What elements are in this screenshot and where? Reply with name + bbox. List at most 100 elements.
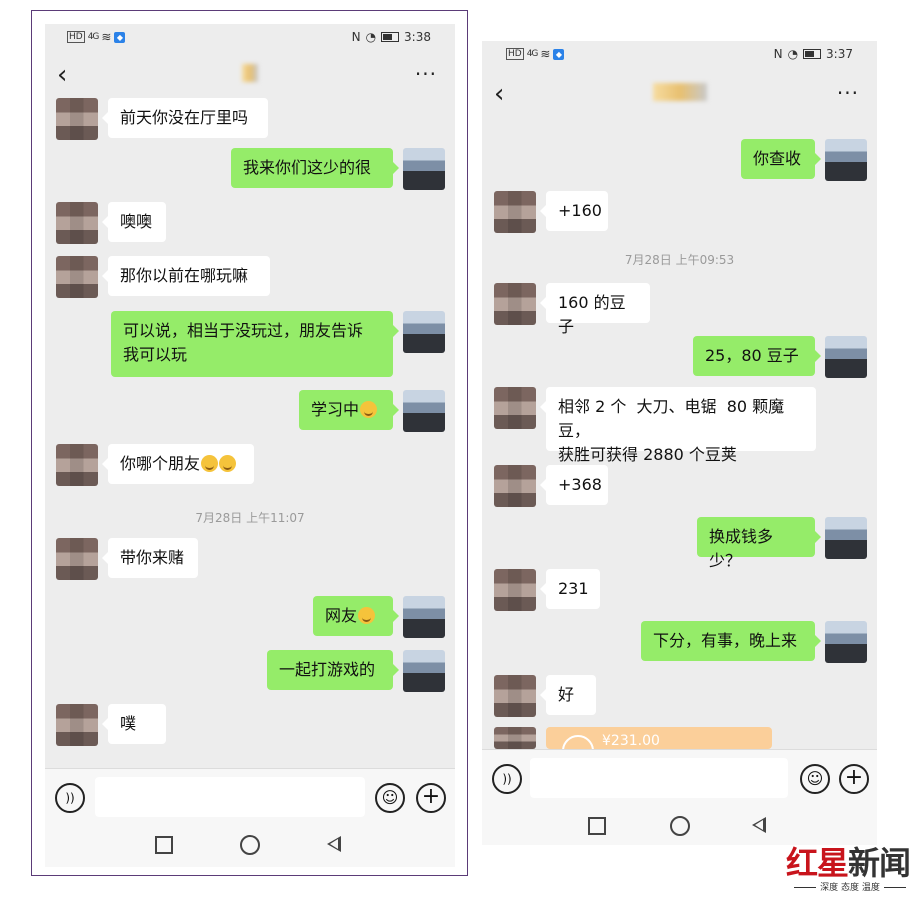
my-avatar[interactable] bbox=[403, 390, 445, 432]
my-avatar[interactable] bbox=[403, 311, 445, 353]
square-nav-icon[interactable] bbox=[155, 836, 173, 854]
chat-message-row: 前天你没在厅里吗 bbox=[45, 98, 455, 140]
contact-avatar[interactable] bbox=[494, 465, 536, 507]
outgoing-message-bubble[interactable]: 网友 bbox=[313, 596, 399, 636]
message-text: 231 bbox=[558, 579, 589, 598]
incoming-message-bubble[interactable]: +160 bbox=[540, 191, 608, 231]
status-bar: HD 4G ≋ ◆ N ◔ 3:38 bbox=[45, 24, 455, 50]
alarm-icon: ◔ bbox=[365, 30, 377, 44]
contact-avatar[interactable] bbox=[56, 98, 98, 140]
chat-message-row: 你哪个朋友 bbox=[45, 444, 455, 486]
contact-avatar[interactable] bbox=[494, 387, 536, 429]
news-watermark-logo: 红星新闻 深度 态度 温度 bbox=[786, 838, 916, 898]
plus-icon[interactable]: + bbox=[416, 783, 446, 813]
chat-message-row: 25，80 豆子 bbox=[482, 336, 877, 378]
voice-icon[interactable]: )) bbox=[492, 764, 522, 794]
my-avatar[interactable] bbox=[403, 596, 445, 638]
incoming-message-bubble[interactable]: 好 bbox=[540, 675, 596, 715]
contact-avatar[interactable] bbox=[56, 202, 98, 244]
alarm-icon: ◔ bbox=[787, 47, 799, 61]
emoji-icon[interactable]: ☺ bbox=[800, 764, 830, 794]
incoming-message-bubble[interactable]: 噗 bbox=[102, 704, 166, 744]
chat-message-row: 下分，有事，晚上来 bbox=[482, 621, 877, 663]
message-input[interactable] bbox=[530, 758, 788, 798]
home-nav-icon[interactable] bbox=[670, 816, 690, 836]
system-nav-bar bbox=[45, 826, 455, 867]
message-text: 可以说，相当于没玩过，朋友告诉 我可以玩 bbox=[123, 321, 364, 364]
incoming-message-bubble[interactable]: 带你来赌 bbox=[102, 538, 198, 578]
hd-icon: HD bbox=[67, 31, 85, 43]
contact-avatar[interactable] bbox=[56, 256, 98, 298]
outgoing-message-bubble[interactable]: 可以说，相当于没玩过，朋友告诉 我可以玩 bbox=[111, 311, 399, 377]
contact-avatar[interactable] bbox=[494, 727, 536, 749]
chat-message-row: 换成钱多少？ bbox=[482, 517, 877, 570]
message-text: +368 bbox=[558, 475, 602, 494]
chat-message-row: 我来你们这少的很 bbox=[45, 148, 455, 190]
outgoing-message-bubble[interactable]: 25，80 豆子 bbox=[693, 336, 821, 376]
message-text: 噢噢 bbox=[120, 212, 153, 231]
chat-timestamp: 7月28日 上午11:07 bbox=[195, 511, 305, 525]
incoming-message-bubble[interactable]: 噢噢 bbox=[102, 202, 166, 242]
chat-message-row: +160 bbox=[482, 191, 877, 233]
more-icon[interactable]: ··· bbox=[415, 62, 437, 86]
outgoing-message-bubble[interactable]: 下分，有事，晚上来 bbox=[641, 621, 821, 661]
square-nav-icon[interactable] bbox=[588, 817, 606, 835]
back-nav-icon[interactable] bbox=[327, 836, 341, 852]
chat-message-row: 噗 bbox=[45, 704, 455, 746]
chat-message-row: 噢噢 bbox=[45, 202, 455, 244]
laugh-emoji bbox=[360, 401, 378, 418]
contact-avatar[interactable] bbox=[56, 444, 98, 486]
my-avatar[interactable] bbox=[403, 148, 445, 190]
incoming-message-bubble[interactable]: 前天你没在厅里吗 bbox=[102, 98, 268, 138]
incoming-message-bubble[interactable]: 你哪个朋友 bbox=[102, 444, 254, 484]
message-input[interactable] bbox=[95, 777, 365, 817]
brand-dark-text: 新闻 bbox=[848, 844, 911, 882]
more-icon[interactable]: ··· bbox=[837, 81, 859, 105]
my-avatar[interactable] bbox=[825, 139, 867, 181]
my-avatar[interactable] bbox=[403, 650, 445, 692]
incoming-message-bubble[interactable]: 那你以前在哪玩嘛 bbox=[102, 256, 270, 296]
voice-icon[interactable]: )) bbox=[55, 783, 85, 813]
incoming-message-bubble[interactable]: 231 bbox=[540, 569, 600, 609]
money-transfer-card[interactable]: ¥231.00 bbox=[546, 727, 772, 749]
signal-icon: 4G bbox=[526, 49, 539, 59]
plus-icon[interactable]: + bbox=[839, 764, 869, 794]
outgoing-message-bubble[interactable]: 换成钱多少？ bbox=[697, 517, 821, 570]
outgoing-message-bubble[interactable]: 你查收 bbox=[741, 139, 821, 179]
contact-avatar[interactable] bbox=[56, 538, 98, 580]
message-text: 你哪个朋友 bbox=[120, 454, 201, 473]
contact-avatar[interactable] bbox=[56, 704, 98, 746]
message-text: 网友 bbox=[325, 606, 358, 625]
chat-header: ‹ ··· bbox=[45, 54, 455, 98]
back-nav-icon[interactable] bbox=[752, 817, 766, 833]
message-text: 我来你们这少的很 bbox=[243, 158, 372, 177]
home-nav-icon[interactable] bbox=[240, 835, 260, 855]
my-avatar[interactable] bbox=[825, 517, 867, 559]
clock-time: 3:38 bbox=[404, 30, 431, 44]
my-avatar[interactable] bbox=[825, 336, 867, 378]
outgoing-message-bubble[interactable]: 一起打游戏的 bbox=[267, 650, 399, 690]
chat-message-row: 好 bbox=[482, 675, 877, 717]
chat-message-row: 学习中 bbox=[45, 390, 455, 432]
message-text: 25，80 豆子 bbox=[705, 346, 799, 365]
contact-avatar[interactable] bbox=[494, 675, 536, 717]
outgoing-message-bubble[interactable]: 学习中 bbox=[299, 390, 399, 430]
message-text: 那你以前在哪玩嘛 bbox=[120, 266, 249, 285]
shield-icon: ◆ bbox=[553, 48, 565, 60]
my-avatar[interactable] bbox=[825, 621, 867, 663]
shield-icon: ◆ bbox=[114, 31, 126, 43]
message-text: 160 的豆子 bbox=[558, 293, 626, 336]
message-text: 好 bbox=[558, 685, 575, 704]
input-bar: )) ☺ + bbox=[45, 768, 455, 827]
hd-icon: HD bbox=[506, 48, 524, 60]
contact-avatar[interactable] bbox=[494, 569, 536, 611]
incoming-message-bubble[interactable]: +368 bbox=[540, 465, 608, 505]
message-text: 前天你没在厅里吗 bbox=[120, 108, 249, 127]
nfc-icon: N bbox=[773, 47, 783, 61]
emoji-icon[interactable]: ☺ bbox=[375, 783, 405, 813]
contact-avatar[interactable] bbox=[494, 191, 536, 233]
outgoing-message-bubble[interactable]: 我来你们这少的很 bbox=[231, 148, 399, 188]
contact-avatar[interactable] bbox=[494, 283, 536, 325]
incoming-message-bubble[interactable]: 相邻 2 个 大刀、电锯 80 颗魔豆， 获胜可获得 2880 个豆荚 bbox=[540, 387, 816, 464]
incoming-message-bubble[interactable]: 160 的豆子 bbox=[540, 283, 650, 336]
